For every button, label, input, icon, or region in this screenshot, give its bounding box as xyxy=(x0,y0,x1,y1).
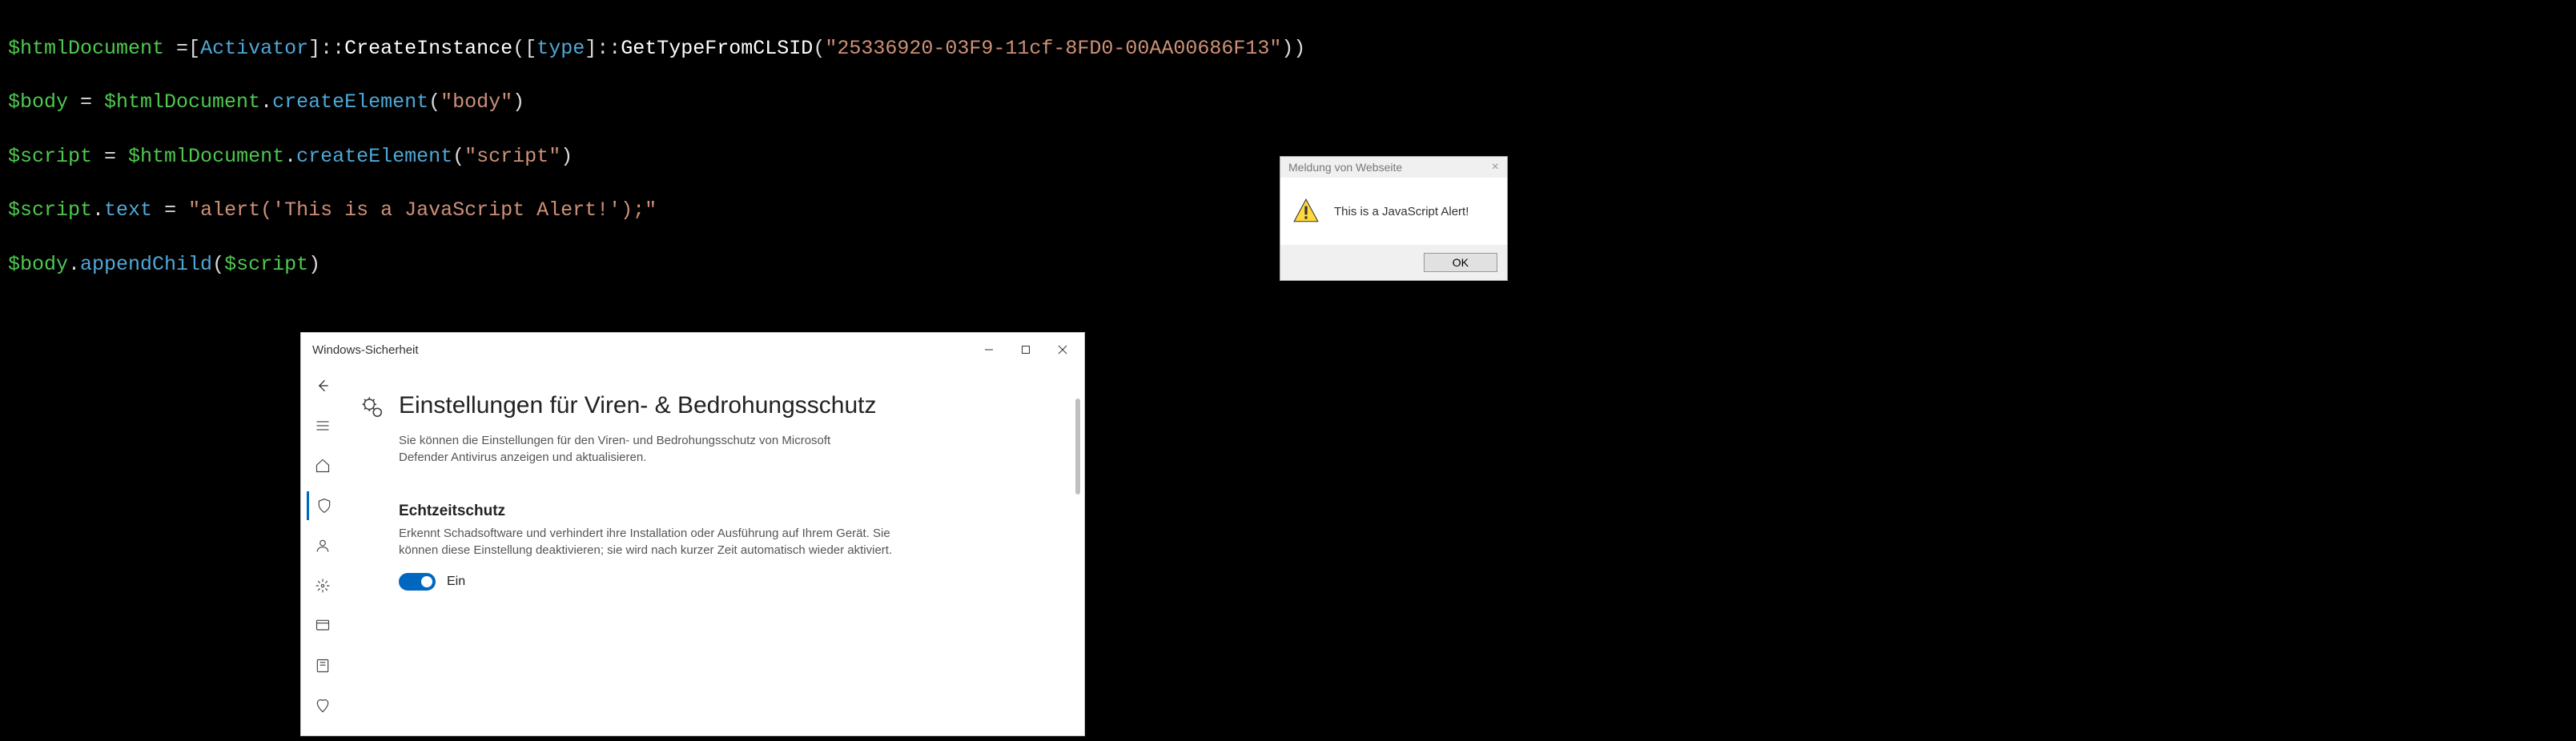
warning-icon xyxy=(1292,198,1320,225)
dialog-titlebar[interactable]: Meldung von Webseite × xyxy=(1280,157,1507,178)
variable: $htmlDocument xyxy=(104,90,260,114)
device-performance-icon[interactable] xyxy=(307,691,339,720)
toggle-label: Ein xyxy=(447,575,465,589)
operator: = xyxy=(92,145,128,168)
operator: = xyxy=(164,37,188,60)
scope-op: :: xyxy=(320,37,344,60)
operator: = xyxy=(68,90,104,114)
window-titlebar[interactable]: Windows-Sicherheit xyxy=(301,333,1084,366)
paren: ( xyxy=(813,37,825,60)
back-button[interactable] xyxy=(307,371,339,400)
dot: . xyxy=(92,198,104,222)
method: createElement xyxy=(296,145,452,168)
string: "body" xyxy=(440,90,512,114)
paren: ) xyxy=(561,145,573,168)
close-button[interactable] xyxy=(1044,338,1081,362)
variable: $htmlDocument xyxy=(8,37,164,60)
variable: $script xyxy=(224,253,308,276)
home-icon[interactable] xyxy=(307,451,339,480)
section-title: Echtzeitschutz xyxy=(399,503,1052,520)
variable: $body xyxy=(8,90,68,114)
method: CreateInstance xyxy=(344,37,512,60)
app-browser-icon[interactable] xyxy=(307,611,339,640)
method: GetTypeFromCLSID xyxy=(621,37,813,60)
close-icon[interactable]: × xyxy=(1492,160,1499,174)
maximize-button[interactable] xyxy=(1007,338,1044,362)
realtime-toggle[interactable] xyxy=(399,573,436,591)
dialog-title: Meldung von Webseite xyxy=(1288,161,1402,174)
window-content: Einstellungen für Viren- & Bedrohungssch… xyxy=(301,366,1084,735)
toggle-row: Ein xyxy=(399,573,1052,591)
property: text xyxy=(104,198,152,222)
window-controls xyxy=(971,338,1081,362)
dialog-message: This is a JavaScript Alert! xyxy=(1334,205,1469,218)
paren: ( xyxy=(452,145,464,168)
shield-icon[interactable] xyxy=(307,491,339,520)
dot: . xyxy=(68,253,80,276)
gear-icon xyxy=(360,395,384,419)
section-description: Erkennt Schadsoftware und verhindert ihr… xyxy=(399,525,895,559)
code-line-1: $htmlDocument =[Activator]::CreateInstan… xyxy=(8,35,2568,62)
dot: . xyxy=(260,90,272,114)
main-panel: Einstellungen für Viren- & Bedrohungssch… xyxy=(344,366,1084,735)
string: "alert('This is a JavaScript Alert!');" xyxy=(188,198,657,222)
variable: $script xyxy=(8,145,92,168)
variable: $htmlDocument xyxy=(128,145,284,168)
toggle-knob xyxy=(421,576,432,587)
type: Activator xyxy=(200,37,308,60)
dialog-body: This is a JavaScript Alert! xyxy=(1280,178,1507,245)
dot: . xyxy=(284,145,296,168)
bracket: ] xyxy=(308,37,320,60)
bracket: ] xyxy=(585,37,597,60)
ok-button[interactable]: OK xyxy=(1424,253,1497,272)
sidebar xyxy=(301,366,344,735)
operator: = xyxy=(152,198,188,222)
bracket: [ xyxy=(188,37,200,60)
variable: $script xyxy=(8,198,92,222)
code-line-2: $body = $htmlDocument.createElement("bod… xyxy=(8,89,2568,116)
paren: )) xyxy=(1281,37,1305,60)
menu-icon[interactable] xyxy=(307,411,339,440)
paren: ) xyxy=(308,253,320,276)
string: "script" xyxy=(464,145,561,168)
string: "25336920-03F9-11cf-8FD0-00AA00686F13" xyxy=(825,37,1281,60)
variable: $body xyxy=(8,253,68,276)
paren: ( xyxy=(212,253,224,276)
paren: ( xyxy=(428,90,440,114)
realtime-protection-section: Echtzeitschutz Erkennt Schadsoftware und… xyxy=(399,503,1052,591)
type: type xyxy=(536,37,585,60)
scope-op: :: xyxy=(597,37,621,60)
dialog-footer: OK xyxy=(1280,245,1507,280)
method: appendChild xyxy=(80,253,212,276)
paren: ( xyxy=(512,37,524,60)
method: createElement xyxy=(272,90,428,114)
page-header: Einstellungen für Viren- & Bedrohungssch… xyxy=(360,391,1052,421)
page-description: Sie können die Einstellungen für den Vir… xyxy=(399,432,879,466)
windows-security-window: Windows-Sicherheit xyxy=(300,332,1085,736)
scrollbar[interactable] xyxy=(1071,366,1084,735)
alert-dialog: Meldung von Webseite × This is a JavaScr… xyxy=(1280,156,1508,281)
page-title: Einstellungen für Viren- & Bedrohungssch… xyxy=(399,391,876,421)
window-title: Windows-Sicherheit xyxy=(312,343,419,357)
device-security-icon[interactable] xyxy=(307,651,339,680)
paren: ) xyxy=(512,90,524,114)
firewall-icon[interactable] xyxy=(307,571,339,600)
minimize-button[interactable] xyxy=(971,338,1007,362)
bracket: [ xyxy=(524,37,536,60)
scrollbar-thumb[interactable] xyxy=(1075,399,1080,495)
account-icon[interactable] xyxy=(307,531,339,560)
